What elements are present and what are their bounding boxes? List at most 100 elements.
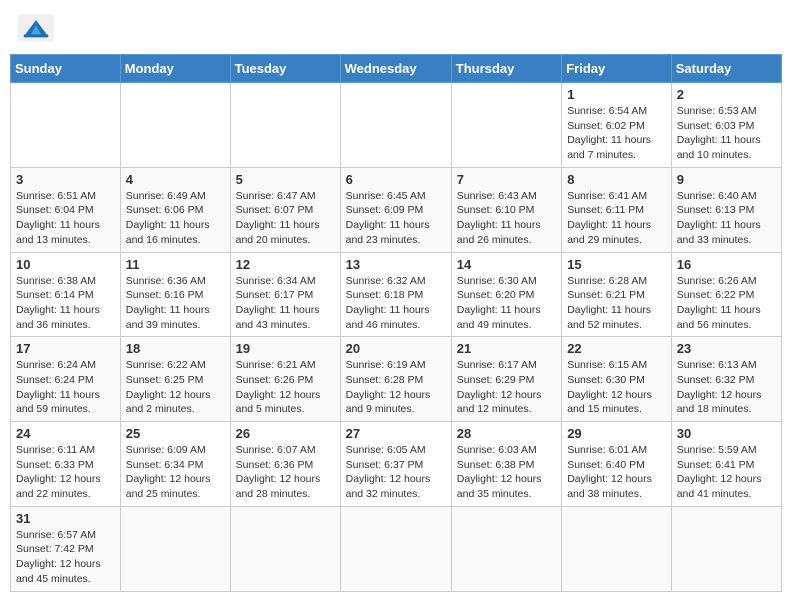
- calendar-cell: 16 Sunrise: 6:26 AM Sunset: 6:22 PM Dayli…: [671, 252, 781, 337]
- day-info: Sunrise: 6:09 AM Sunset: 6:34 PM Dayligh…: [126, 443, 225, 502]
- day-number: 2: [677, 87, 776, 102]
- calendar-week-row: 10Sunrise: 6:38 AM Sunset: 6:14 PM Dayli…: [11, 252, 782, 337]
- day-info: Sunrise: 6:43 AM Sunset: 6:10 PM Dayligh…: [457, 189, 556, 248]
- day-number: 25: [126, 426, 225, 441]
- calendar-cell: 5Sunrise: 6:47 AM Sunset: 6:07 PM Daylig…: [230, 167, 340, 252]
- day-number: 22: [567, 341, 666, 356]
- day-number: 23: [677, 341, 776, 356]
- day-number: 12: [236, 257, 335, 272]
- day-info: Sunrise: 6:13 AM Sunset: 6:32 PM Dayligh…: [677, 358, 776, 417]
- calendar-cell: 26 Sunrise: 6:07 AM Sunset: 6:36 PM Dayli…: [230, 422, 340, 507]
- day-info: Sunrise: 6:11 AM Sunset: 6:33 PM Dayligh…: [16, 443, 115, 502]
- calendar-cell: 13Sunrise: 6:32 AM Sunset: 6:18 PM Dayli…: [340, 252, 451, 337]
- day-number: 15: [567, 257, 666, 272]
- day-info: Sunrise: 6:38 AM Sunset: 6:14 PM Dayligh…: [16, 274, 115, 333]
- day-number: 19: [236, 341, 335, 356]
- calendar-cell: [120, 83, 230, 168]
- calendar-cell: 14Sunrise: 6:30 AM Sunset: 6:20 PM Dayli…: [451, 252, 561, 337]
- day-info: Sunrise: 5:59 AM Sunset: 6:41 PM Dayligh…: [677, 443, 776, 502]
- day-number: 17: [16, 341, 115, 356]
- col-header-monday: Monday: [120, 55, 230, 83]
- calendar-cell: [451, 506, 561, 591]
- calendar-cell: 28 Sunrise: 6:03 AM Sunset: 6:38 PM Dayli…: [451, 422, 561, 507]
- calendar-cell: 1Sunrise: 6:54 AM Sunset: 6:02 PM Daylig…: [562, 83, 672, 168]
- day-number: 24: [16, 426, 115, 441]
- col-header-friday: Friday: [562, 55, 672, 83]
- calendar-cell: 17 Sunrise: 6:24 AM Sunset: 6:24 PM Dayli…: [11, 337, 121, 422]
- col-header-wednesday: Wednesday: [340, 55, 451, 83]
- calendar-cell: 20Sunrise: 6:19 AM Sunset: 6:28 PM Dayli…: [340, 337, 451, 422]
- day-number: 27: [346, 426, 446, 441]
- day-info: Sunrise: 6:30 AM Sunset: 6:20 PM Dayligh…: [457, 274, 556, 333]
- day-number: 8: [567, 172, 666, 187]
- day-info: Sunrise: 6:32 AM Sunset: 6:18 PM Dayligh…: [346, 274, 446, 333]
- day-number: 16: [677, 257, 776, 272]
- day-number: 29: [567, 426, 666, 441]
- calendar-cell: [11, 83, 121, 168]
- day-number: 31: [16, 511, 115, 526]
- calendar-cell: [451, 83, 561, 168]
- calendar-cell: 22 Sunrise: 6:15 AM Sunset: 6:30 PM Dayli…: [562, 337, 672, 422]
- day-info: Sunrise: 6:28 AM Sunset: 6:21 PM Dayligh…: [567, 274, 666, 333]
- calendar-cell: [340, 506, 451, 591]
- day-number: 7: [457, 172, 556, 187]
- calendar-week-row: 31 Sunrise: 6:57 AM Sunset: 7:42 PM Dayli…: [11, 506, 782, 591]
- calendar-cell: 21 Sunrise: 6:17 AM Sunset: 6:29 PM Dayli…: [451, 337, 561, 422]
- day-info: Sunrise: 6:15 AM Sunset: 6:30 PM Dayligh…: [567, 358, 666, 417]
- day-info: Sunrise: 6:05 AM Sunset: 6:37 PM Dayligh…: [346, 443, 446, 502]
- day-info: Sunrise: 6:17 AM Sunset: 6:29 PM Dayligh…: [457, 358, 556, 417]
- calendar-body: 1Sunrise: 6:54 AM Sunset: 6:02 PM Daylig…: [11, 83, 782, 592]
- day-number: 4: [126, 172, 225, 187]
- calendar-cell: 29Sunrise: 6:01 AM Sunset: 6:40 PM Dayli…: [562, 422, 672, 507]
- day-info: Sunrise: 6:51 AM Sunset: 6:04 PM Dayligh…: [16, 189, 115, 248]
- calendar-week-row: 3Sunrise: 6:51 AM Sunset: 6:04 PM Daylig…: [11, 167, 782, 252]
- calendar-cell: [230, 506, 340, 591]
- calendar-cell: 12Sunrise: 6:34 AM Sunset: 6:17 PM Dayli…: [230, 252, 340, 337]
- calendar-cell: [120, 506, 230, 591]
- day-info: Sunrise: 6:57 AM Sunset: 7:42 PM Dayligh…: [16, 528, 115, 587]
- day-number: 5: [236, 172, 335, 187]
- calendar-cell: [340, 83, 451, 168]
- calendar-cell: 9Sunrise: 6:40 AM Sunset: 6:13 PM Daylig…: [671, 167, 781, 252]
- calendar-cell: 23 Sunrise: 6:13 AM Sunset: 6:32 PM Dayli…: [671, 337, 781, 422]
- calendar-cell: 31 Sunrise: 6:57 AM Sunset: 7:42 PM Dayli…: [11, 506, 121, 591]
- day-info: Sunrise: 6:07 AM Sunset: 6:36 PM Dayligh…: [236, 443, 335, 502]
- calendar-table: SundayMondayTuesdayWednesdayThursdayFrid…: [10, 54, 782, 592]
- day-info: Sunrise: 6:03 AM Sunset: 6:38 PM Dayligh…: [457, 443, 556, 502]
- day-number: 26: [236, 426, 335, 441]
- day-info: Sunrise: 6:19 AM Sunset: 6:28 PM Dayligh…: [346, 358, 446, 417]
- calendar-cell: 10Sunrise: 6:38 AM Sunset: 6:14 PM Dayli…: [11, 252, 121, 337]
- calendar-cell: 8 Sunrise: 6:41 AM Sunset: 6:11 PM Daylig…: [562, 167, 672, 252]
- calendar-cell: 15 Sunrise: 6:28 AM Sunset: 6:21 PM Dayli…: [562, 252, 672, 337]
- calendar-cell: 7 Sunrise: 6:43 AM Sunset: 6:10 PM Daylig…: [451, 167, 561, 252]
- day-info: Sunrise: 6:53 AM Sunset: 6:03 PM Dayligh…: [677, 104, 776, 163]
- day-info: Sunrise: 6:21 AM Sunset: 6:26 PM Dayligh…: [236, 358, 335, 417]
- calendar-cell: 6 Sunrise: 6:45 AM Sunset: 6:09 PM Daylig…: [340, 167, 451, 252]
- col-header-saturday: Saturday: [671, 55, 781, 83]
- day-info: Sunrise: 6:41 AM Sunset: 6:11 PM Dayligh…: [567, 189, 666, 248]
- page-header: [10, 10, 782, 46]
- day-number: 28: [457, 426, 556, 441]
- day-info: Sunrise: 6:54 AM Sunset: 6:02 PM Dayligh…: [567, 104, 666, 163]
- calendar-cell: 3Sunrise: 6:51 AM Sunset: 6:04 PM Daylig…: [11, 167, 121, 252]
- day-info: Sunrise: 6:24 AM Sunset: 6:24 PM Dayligh…: [16, 358, 115, 417]
- day-number: 11: [126, 257, 225, 272]
- calendar-cell: 30Sunrise: 5:59 AM Sunset: 6:41 PM Dayli…: [671, 422, 781, 507]
- day-number: 6: [346, 172, 446, 187]
- calendar-cell: 27 Sunrise: 6:05 AM Sunset: 6:37 PM Dayli…: [340, 422, 451, 507]
- day-headers-row: SundayMondayTuesdayWednesdayThursdayFrid…: [11, 55, 782, 83]
- day-number: 21: [457, 341, 556, 356]
- calendar-cell: 18Sunrise: 6:22 AM Sunset: 6:25 PM Dayli…: [120, 337, 230, 422]
- calendar-cell: 19 Sunrise: 6:21 AM Sunset: 6:26 PM Dayli…: [230, 337, 340, 422]
- col-header-sunday: Sunday: [11, 55, 121, 83]
- day-info: Sunrise: 6:40 AM Sunset: 6:13 PM Dayligh…: [677, 189, 776, 248]
- calendar-cell: 2 Sunrise: 6:53 AM Sunset: 6:03 PM Daylig…: [671, 83, 781, 168]
- calendar-cell: 24 Sunrise: 6:11 AM Sunset: 6:33 PM Dayli…: [11, 422, 121, 507]
- calendar-cell: 4Sunrise: 6:49 AM Sunset: 6:06 PM Daylig…: [120, 167, 230, 252]
- day-info: Sunrise: 6:26 AM Sunset: 6:22 PM Dayligh…: [677, 274, 776, 333]
- day-info: Sunrise: 6:45 AM Sunset: 6:09 PM Dayligh…: [346, 189, 446, 248]
- col-header-tuesday: Tuesday: [230, 55, 340, 83]
- calendar-header: SundayMondayTuesdayWednesdayThursdayFrid…: [11, 55, 782, 83]
- logo: [18, 14, 56, 42]
- calendar-cell: [230, 83, 340, 168]
